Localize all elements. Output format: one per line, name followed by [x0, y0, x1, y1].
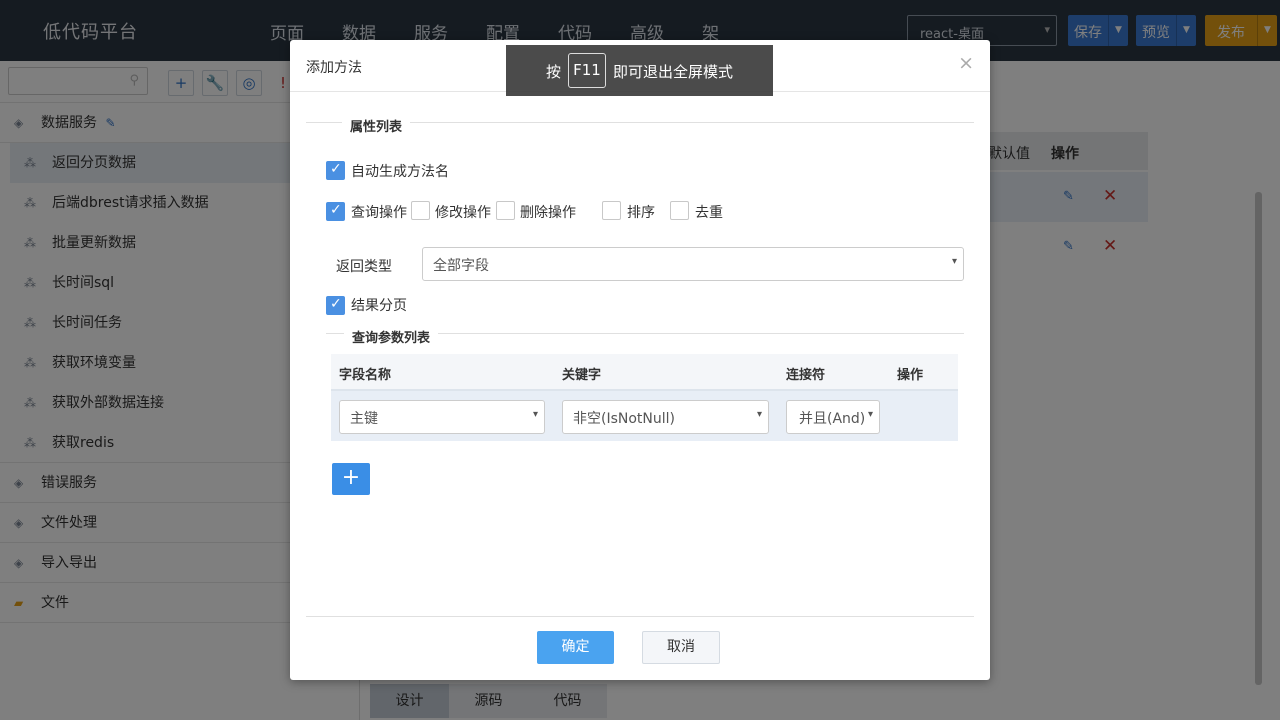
chevron-down-icon: ▾	[532, 409, 538, 420]
chevron-down-icon: ▾	[867, 409, 873, 420]
query-op-checkbox[interactable]	[326, 202, 345, 221]
paging-checkbox[interactable]	[326, 296, 345, 315]
field-name-value: 主键	[350, 411, 378, 427]
paging-label: 结果分页	[351, 298, 407, 314]
query-params-table: 字段名称 关键字 连接符 操作 主键 ▾ 非空(IsNotNull) ▾ 并且(…	[331, 354, 958, 441]
add-method-dialog: 添加方法 × 属性列表 自动生成方法名 查询操作 修改操作 删除操作 排序 去重…	[290, 40, 990, 680]
column-field-name: 字段名称	[339, 368, 392, 383]
field-name-select[interactable]: 主键 ▾	[339, 400, 545, 434]
update-op-label: 修改操作	[435, 205, 491, 221]
query-params-legend: 查询参数列表	[344, 327, 439, 346]
connector-select[interactable]: 并且(And) ▾	[786, 400, 880, 434]
update-op-checkbox[interactable]	[411, 201, 430, 220]
dialog-title: 添加方法	[306, 60, 362, 76]
column-keyword: 关键字	[562, 368, 602, 383]
distinct-label: 去重	[695, 205, 723, 221]
return-type-value: 全部字段	[433, 258, 489, 274]
table-row: 主键 ▾ 非空(IsNotNull) ▾ 并且(And) ▾	[331, 391, 958, 441]
auto-name-checkbox[interactable]	[326, 161, 345, 180]
toast-text-after: 即可退出全屏模式	[613, 63, 734, 81]
table-header: 字段名称 关键字 连接符 操作	[331, 354, 958, 391]
column-connector: 连接符	[786, 368, 826, 383]
sort-label: 排序	[627, 205, 655, 221]
chevron-down-icon: ▾	[951, 256, 957, 267]
confirm-button[interactable]: 确定	[537, 631, 614, 664]
toast-text-before: 按	[546, 63, 562, 81]
close-icon[interactable]: ×	[958, 54, 974, 73]
delete-op-label: 删除操作	[520, 205, 576, 221]
cancel-button[interactable]: 取消	[642, 631, 720, 664]
distinct-checkbox[interactable]	[670, 201, 689, 220]
plus-icon: +	[341, 465, 361, 490]
auto-name-label: 自动生成方法名	[351, 164, 449, 180]
toast-key: F11	[568, 53, 606, 88]
sort-checkbox[interactable]	[602, 201, 621, 220]
add-param-button[interactable]: +	[332, 463, 370, 495]
keyword-value: 非空(IsNotNull)	[573, 411, 675, 427]
dialog-footer: 确定 取消	[306, 616, 974, 680]
chevron-down-icon: ▾	[756, 409, 762, 420]
query-op-label: 查询操作	[351, 205, 407, 221]
keyword-select[interactable]: 非空(IsNotNull) ▾	[562, 400, 769, 434]
return-type-select[interactable]: 全部字段 ▾	[422, 247, 964, 281]
attribute-list-legend: 属性列表	[342, 116, 411, 135]
fullscreen-toast: 按 F11 即可退出全屏模式	[506, 45, 773, 96]
connector-value: 并且(And)	[799, 411, 866, 427]
delete-op-checkbox[interactable]	[496, 201, 515, 220]
column-action: 操作	[897, 368, 924, 383]
return-type-label: 返回类型	[336, 259, 392, 275]
